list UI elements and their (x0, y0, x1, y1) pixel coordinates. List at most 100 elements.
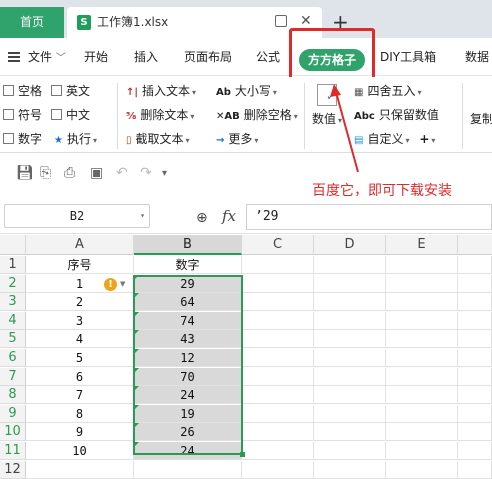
cell[interactable] (386, 330, 458, 348)
cell[interactable] (242, 442, 314, 460)
cell[interactable] (458, 423, 492, 441)
print-preview-icon[interactable]: ▣ (90, 165, 103, 181)
name-box[interactable]: B2 ▾ (4, 204, 150, 228)
cell[interactable] (386, 275, 458, 293)
cell[interactable] (458, 442, 492, 460)
column-header-c[interactable]: C (242, 235, 314, 255)
undo-icon[interactable]: ↶ (116, 165, 128, 181)
cell[interactable] (242, 386, 314, 404)
cell[interactable] (458, 349, 492, 367)
row-header[interactable]: 2 (0, 275, 26, 293)
column-header-e[interactable]: E (386, 235, 458, 255)
column-header-f[interactable] (458, 235, 492, 255)
cell[interactable] (314, 312, 386, 330)
cell[interactable] (458, 330, 492, 348)
cell[interactable] (458, 386, 492, 404)
cell[interactable]: 8 (26, 405, 134, 423)
cell[interactable]: 74 (134, 312, 242, 330)
numeric-button[interactable]: 数值 ▾ (312, 111, 342, 129)
cell[interactable] (242, 461, 314, 479)
cell[interactable] (386, 293, 458, 311)
cell[interactable]: 43 (134, 330, 242, 348)
menu-insert[interactable]: 插入 (134, 38, 158, 76)
cell[interactable]: 2 (26, 293, 134, 311)
cell[interactable] (386, 349, 458, 367)
cell[interactable] (458, 368, 492, 386)
cell[interactable]: 3 (26, 312, 134, 330)
cell[interactable] (458, 256, 492, 274)
chevron-down-icon[interactable]: ▼ (120, 280, 125, 288)
tab-home[interactable]: 首页 (0, 7, 64, 38)
tab-workbook[interactable]: S 工作簿1.xlsx ✕ (67, 7, 322, 38)
menu-formula[interactable]: 公式 (256, 38, 280, 76)
select-all-corner[interactable] (0, 235, 26, 255)
cell[interactable] (314, 461, 386, 479)
round-button[interactable]: ▦ 四舍五入 ▾ (354, 83, 421, 101)
number-format-icon[interactable] (317, 84, 337, 106)
cell[interactable]: 10 (26, 442, 134, 460)
cell[interactable] (314, 442, 386, 460)
cell[interactable]: 1 (26, 275, 134, 293)
cell[interactable] (386, 423, 458, 441)
column-header-b[interactable]: B (134, 235, 242, 255)
cell[interactable] (242, 405, 314, 423)
warning-icon[interactable]: ! (104, 278, 117, 291)
cell[interactable] (314, 368, 386, 386)
checkbox-symbol[interactable]: 符号 (3, 107, 42, 123)
cell[interactable]: 5 (26, 349, 134, 367)
cell[interactable]: 26 (134, 423, 242, 441)
cell[interactable]: 序号 (26, 256, 134, 274)
cell[interactable]: 64 (134, 293, 242, 311)
cell[interactable]: 12 (134, 349, 242, 367)
cell[interactable]: 9 (26, 423, 134, 441)
row-header[interactable]: 4 (0, 312, 26, 330)
formula-input[interactable]: ’29 (246, 204, 492, 230)
cell[interactable]: 24 (134, 386, 242, 404)
cell[interactable] (386, 368, 458, 386)
delete-text-button[interactable]: ⅝ 删除文本 ▾ (126, 107, 194, 125)
checkbox-number[interactable]: 数字 (3, 131, 42, 147)
cell[interactable] (314, 256, 386, 274)
cell[interactable]: 19 (134, 405, 242, 423)
menu-start[interactable]: 开始 (84, 38, 108, 76)
keep-value-button[interactable]: Abc 只保留数值 (354, 107, 439, 125)
cell[interactable] (458, 293, 492, 311)
cell[interactable] (386, 256, 458, 274)
cell[interactable]: 29 (134, 275, 242, 293)
format-painter-icon[interactable]: ⎘ (40, 165, 51, 181)
cell[interactable] (386, 386, 458, 404)
fx-icon[interactable]: fx (222, 207, 236, 225)
more-button[interactable]: → 更多 ▾ (216, 131, 258, 149)
checkbox-space[interactable]: 空格 (3, 83, 42, 99)
cell[interactable]: 70 (134, 368, 242, 386)
cell[interactable] (458, 461, 492, 479)
menu-page-layout[interactable]: 页面布局 (184, 38, 232, 76)
menu-data[interactable]: 数据 (465, 38, 489, 76)
case-button[interactable]: Ab 大小写 ▾ (216, 83, 277, 101)
cell[interactable] (458, 312, 492, 330)
menu-file[interactable]: 文件 ﹀ (28, 38, 66, 78)
row-header[interactable]: 6 (0, 349, 26, 367)
fill-handle[interactable] (240, 452, 245, 457)
row-header[interactable]: 5 (0, 330, 26, 348)
menu-diy-toolbox[interactable]: DIY工具箱 (380, 38, 436, 76)
cell[interactable] (242, 312, 314, 330)
row-header[interactable]: 9 (0, 405, 26, 423)
cell[interactable] (386, 312, 458, 330)
cell[interactable] (386, 405, 458, 423)
cell[interactable] (242, 349, 314, 367)
cell[interactable]: 4 (26, 330, 134, 348)
cell[interactable] (458, 275, 492, 293)
cut-text-button[interactable]: ▯ 截取文本 ▾ (126, 131, 190, 149)
row-header[interactable]: 7 (0, 368, 26, 386)
copy-button[interactable]: 复制 (470, 111, 492, 127)
print-icon[interactable]: ⎙ (64, 165, 75, 181)
cell[interactable] (314, 349, 386, 367)
cell[interactable] (314, 423, 386, 441)
cell[interactable] (314, 293, 386, 311)
cell[interactable] (242, 423, 314, 441)
window-icon[interactable] (275, 15, 287, 27)
close-icon[interactable]: ✕ (300, 13, 312, 29)
cell[interactable] (314, 330, 386, 348)
cell[interactable] (314, 386, 386, 404)
